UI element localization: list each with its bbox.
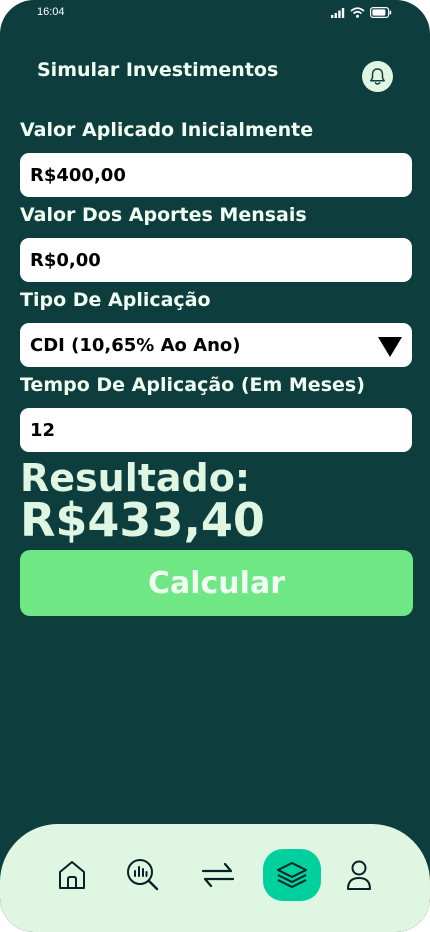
monthly-contribution-input[interactable] bbox=[30, 249, 412, 271]
status-icons bbox=[331, 7, 392, 18]
signal-icon bbox=[331, 7, 345, 18]
analysis-icon bbox=[127, 859, 159, 891]
nav-analysis[interactable] bbox=[114, 849, 172, 901]
result-value: R$433,40 bbox=[20, 493, 265, 547]
profile-icon bbox=[347, 860, 371, 890]
battery-icon bbox=[370, 7, 392, 18]
page-title: Simular Investimentos bbox=[37, 59, 279, 81]
initial-value-label: Valor Aplicado Inicialmente bbox=[20, 119, 314, 141]
bottom-nav bbox=[0, 824, 430, 932]
bell-icon bbox=[370, 68, 385, 85]
dropdown-arrow-icon[interactable] bbox=[378, 337, 402, 357]
wifi-icon bbox=[350, 7, 365, 18]
initial-value-input[interactable] bbox=[30, 164, 412, 186]
layers-icon bbox=[277, 862, 307, 888]
application-type-selected: CDI (10,65% Ao Ano) bbox=[30, 334, 241, 356]
status-time: 16:04 bbox=[37, 6, 65, 18]
home-icon bbox=[59, 861, 85, 889]
application-type-label: Tipo De Aplicação bbox=[20, 289, 211, 311]
calculate-button[interactable]: Calcular bbox=[20, 550, 413, 616]
monthly-contribution-field[interactable] bbox=[20, 238, 412, 282]
nav-profile[interactable] bbox=[330, 849, 388, 901]
initial-value-field[interactable] bbox=[20, 153, 412, 197]
duration-label: Tempo De Aplicação (Em Meses) bbox=[20, 374, 365, 396]
nav-investments[interactable] bbox=[263, 849, 321, 901]
nav-transactions[interactable] bbox=[189, 849, 247, 901]
monthly-contribution-label: Valor Dos Aportes Mensais bbox=[20, 204, 307, 226]
app-screen: 16:04 Simular Investimentos Valor Aplica… bbox=[0, 0, 430, 932]
notification-button[interactable] bbox=[362, 61, 393, 92]
transfer-icon bbox=[201, 862, 235, 888]
duration-input[interactable] bbox=[30, 419, 412, 441]
duration-field[interactable] bbox=[20, 408, 412, 452]
application-type-select[interactable]: CDI (10,65% Ao Ano) bbox=[20, 323, 412, 367]
nav-home[interactable] bbox=[43, 849, 101, 901]
status-bar: 16:04 bbox=[0, 0, 430, 28]
